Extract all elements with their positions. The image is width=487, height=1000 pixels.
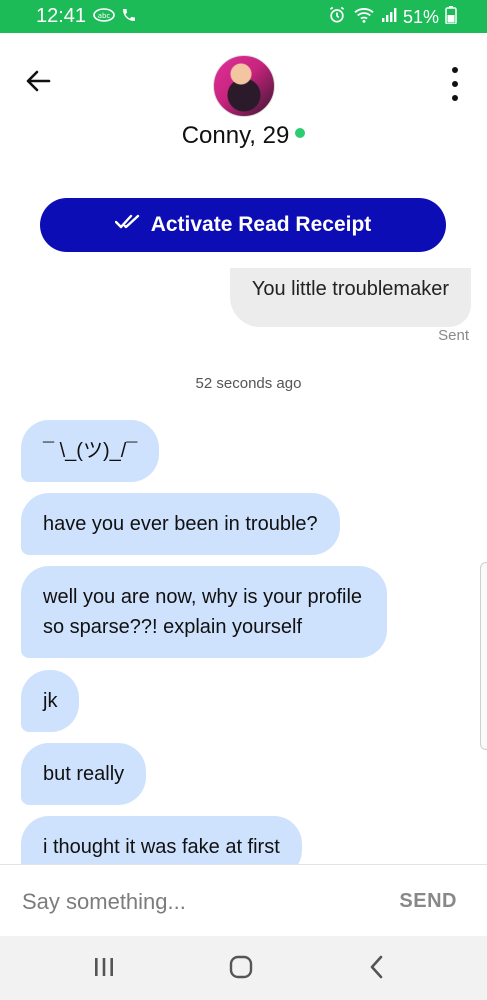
status-left-icons: abc [93,7,137,28]
status-bar: 12:41 abc 51% [0,0,487,33]
scroll-handle[interactable] [480,562,487,750]
status-time: 12:41 [36,5,87,27]
sent-message-bubble[interactable]: You little troublemaker [229,268,471,327]
back-button[interactable] [22,67,54,99]
wifi-icon [353,6,375,29]
home-button[interactable] [221,954,261,984]
received-message-bubble[interactable]: well you are now, why is your profile so… [21,566,387,658]
more-dot [452,95,458,101]
profile-name-text: Conny, 29 [181,122,290,149]
received-message-text: ¯ \_(ツ)_/¯ [43,440,138,462]
signal-icon [381,7,397,28]
back-icon [369,955,385,984]
recents-icon [93,957,115,982]
activate-read-receipt-label: Activate Read Receipt [150,213,372,236]
carrier-icon: abc [93,8,115,27]
sent-message-text: You little troublemaker [251,278,449,300]
status-right-icons: 51% [327,5,457,30]
received-message-bubble[interactable]: ¯ \_(ツ)_/¯ [21,420,160,482]
more-vertical-icon [452,67,458,73]
message-status: Sent [438,327,469,344]
received-message-text: but really [43,763,125,785]
message-timestamp: 52 seconds ago [195,375,302,392]
message-input[interactable]: Say something... [22,889,186,915]
phone-icon [121,7,137,28]
double-check-icon [114,213,141,237]
avatar[interactable] [213,55,275,117]
home-icon [229,955,253,984]
recents-button[interactable] [84,954,124,984]
chat-header: Conny, 29 [0,33,487,173]
more-dot [452,81,458,87]
system-nav-bar [0,936,487,1000]
online-indicator [295,127,306,138]
received-message-bubble[interactable]: i thought it was fake at first [21,816,302,864]
received-message-text: well you are now, why is your profile so… [43,586,363,638]
svg-text:abc: abc [98,12,111,20]
alarm-icon [327,5,347,30]
received-message-text: jk [43,690,58,712]
profile-name[interactable]: Conny, 29 [0,122,487,150]
received-message-bubble[interactable]: jk [21,670,80,732]
system-back-button[interactable] [357,954,397,984]
received-message-bubble[interactable]: but really [21,743,147,805]
received-message-text: have you ever been in trouble? [43,513,318,535]
send-button[interactable]: SEND [399,890,457,913]
battery-percent: 51% [402,7,439,27]
battery-icon [445,6,457,29]
received-message-bubble[interactable]: have you ever been in trouble? [21,493,340,555]
more-options-button[interactable] [445,67,465,101]
arrow-left-icon [25,69,51,98]
activate-read-receipt-button[interactable]: Activate Read Receipt [40,198,446,252]
composer: Say something... SEND [0,864,487,937]
received-message-text: i thought it was fake at first [43,836,280,858]
message-list[interactable]: You little troublemaker Sent 52 seconds … [0,268,487,864]
